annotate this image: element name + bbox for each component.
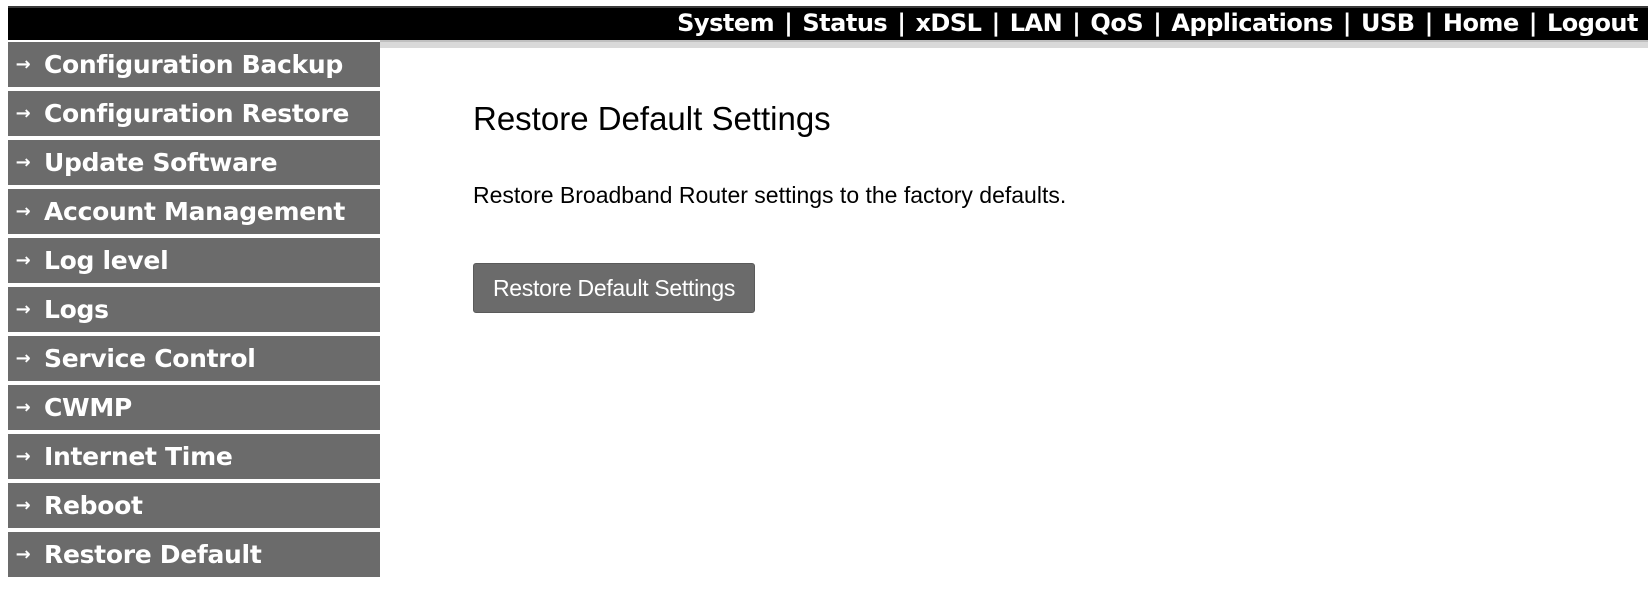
sidebar-item-label: Service Control — [44, 344, 256, 373]
page-description: Restore Broadband Router settings to the… — [473, 182, 1067, 208]
arrow-right-icon: → — [15, 54, 31, 75]
nav-applications[interactable]: Applications — [1167, 9, 1336, 37]
nav-separator: | — [1342, 9, 1352, 37]
sidebar-item-label: Account Management — [44, 197, 346, 226]
nav-separator: | — [991, 9, 1000, 37]
nav-qos[interactable]: QoS — [1086, 9, 1147, 37]
arrow-right-icon: → — [15, 250, 31, 271]
nav-lan[interactable]: LAN — [1006, 9, 1066, 37]
nav-separator: | — [1528, 9, 1538, 37]
arrow-right-icon: → — [15, 544, 31, 565]
arrow-right-icon: → — [15, 152, 31, 173]
arrow-right-icon: → — [15, 397, 31, 418]
sidebar-item-logs[interactable]: → Logs — [8, 287, 380, 332]
nav-status[interactable]: Status — [798, 9, 891, 37]
sidebar-item-restore-default[interactable]: → Restore Default — [8, 532, 380, 577]
nav-separator: | — [1072, 9, 1081, 37]
nav-separator: | — [784, 9, 793, 37]
arrow-right-icon: → — [15, 446, 31, 467]
sidebar-item-label: Internet Time — [44, 442, 233, 471]
sidebar-item-internet-time[interactable]: → Internet Time — [8, 434, 380, 479]
sidebar-item-reboot[interactable]: → Reboot — [8, 483, 380, 528]
arrow-right-icon: → — [15, 103, 31, 124]
top-nav-divider — [380, 40, 1648, 48]
nav-separator: | — [897, 9, 906, 37]
nav-separator: | — [1424, 9, 1434, 37]
top-nav: System | Status | xDSL | LAN | QoS | App… — [673, 6, 1642, 40]
main-content: Restore Default Settings Restore Broadba… — [473, 100, 1066, 313]
sidebar-item-label: Update Software — [44, 148, 278, 177]
arrow-right-icon: → — [15, 348, 31, 369]
sidebar-item-log-level[interactable]: → Log level — [8, 238, 380, 283]
sidebar-item-label: Configuration Backup — [44, 50, 343, 79]
nav-separator: | — [1153, 9, 1162, 37]
nav-usb[interactable]: USB — [1357, 9, 1419, 37]
sidebar-item-label: Logs — [44, 295, 109, 324]
sidebar-item-cwmp[interactable]: → CWMP — [8, 385, 380, 430]
nav-logout[interactable]: Logout — [1543, 9, 1642, 37]
arrow-right-icon: → — [15, 201, 31, 222]
sidebar-item-label: CWMP — [44, 393, 132, 422]
arrow-right-icon: → — [15, 495, 31, 516]
sidebar-item-account-management[interactable]: → Account Management — [8, 189, 380, 234]
restore-default-settings-button[interactable]: Restore Default Settings — [473, 263, 756, 313]
sidebar-item-label: Reboot — [44, 491, 143, 520]
arrow-right-icon: → — [15, 299, 31, 320]
sidebar: → Configuration Backup → Configuration R… — [8, 42, 380, 581]
nav-system[interactable]: System — [673, 9, 778, 37]
sidebar-item-configuration-restore[interactable]: → Configuration Restore — [8, 91, 380, 136]
page-title: Restore Default Settings — [473, 100, 831, 137]
sidebar-item-label: Log level — [44, 246, 169, 275]
sidebar-item-service-control[interactable]: → Service Control — [8, 336, 380, 381]
sidebar-item-configuration-backup[interactable]: → Configuration Backup — [8, 42, 380, 87]
sidebar-item-label: Configuration Restore — [44, 99, 350, 128]
nav-xdsl[interactable]: xDSL — [911, 9, 985, 37]
nav-home[interactable]: Home — [1439, 9, 1523, 37]
sidebar-item-update-software[interactable]: → Update Software — [8, 140, 380, 185]
sidebar-item-label: Restore Default — [44, 540, 262, 569]
